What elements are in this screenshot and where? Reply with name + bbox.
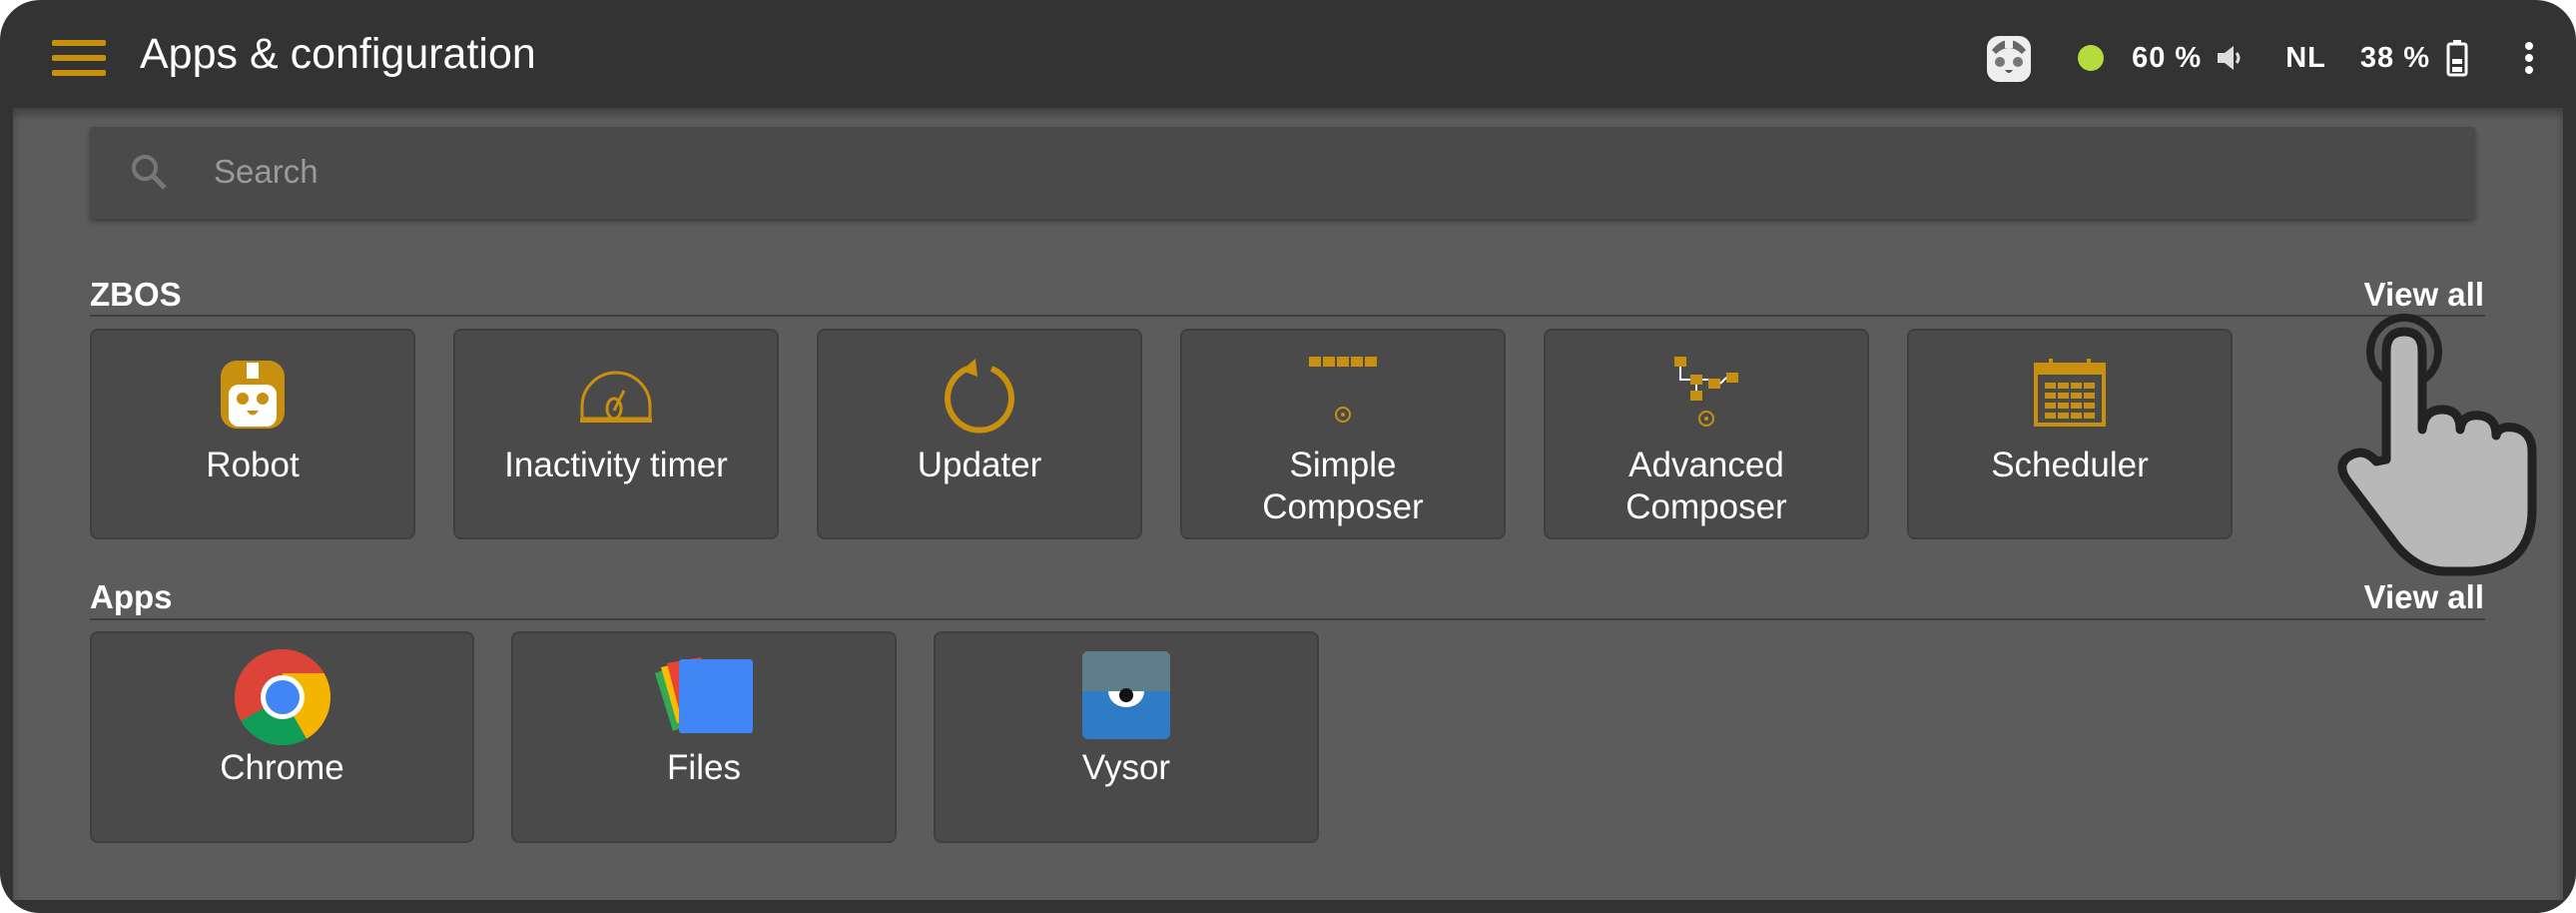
app-tile-chrome[interactable]: Chrome [90, 631, 474, 843]
simple-composer-icon [1309, 357, 1377, 423]
app-tile-files[interactable]: Files [511, 631, 897, 843]
search-input[interactable]: Search [90, 127, 2475, 219]
volume-icon[interactable] [2216, 44, 2242, 72]
robot-icon [221, 361, 285, 429]
tile-label: Advanced Composer [1625, 446, 1787, 526]
tile-label: Files [667, 748, 741, 787]
language-indicator[interactable]: NL [2285, 42, 2326, 75]
menu-icon[interactable] [52, 40, 106, 76]
app-tile-inactivity-timer[interactable]: Inactivity timer [453, 329, 779, 539]
status-bar: 60 % NL 38 % [1984, 30, 2576, 86]
more-options-icon[interactable] [2524, 42, 2534, 74]
files-icon [655, 657, 753, 733]
top-bar: Apps & configuration 60 % NL 38 % [0, 0, 2576, 108]
tile-label: Simple Composer [1262, 446, 1424, 526]
refresh-icon [945, 359, 1014, 434]
tile-label: Inactivity timer [504, 446, 728, 484]
app-window: Apps & configuration 60 % NL 38 % Search… [0, 0, 2576, 913]
advanced-composer-icon [1674, 357, 1738, 427]
page-title: Apps & configuration [140, 30, 536, 78]
zbos-view-all-link[interactable]: View all [2364, 276, 2484, 314]
app-tile-robot[interactable]: Robot [90, 329, 415, 539]
tile-label: Vysor [1081, 748, 1171, 787]
section-divider [90, 315, 2485, 317]
search-icon [132, 155, 167, 190]
app-tile-updater[interactable]: Updater [817, 329, 1142, 539]
search-placeholder: Search [214, 153, 319, 190]
app-tile-advanced-composer[interactable]: Advanced Composer [1544, 329, 1869, 539]
section-title-apps: Apps [90, 578, 173, 615]
tile-label: Chrome [220, 748, 344, 787]
app-tile-simple-composer[interactable]: Simple Composer [1180, 329, 1506, 539]
app-tile-vysor[interactable]: Vysor [934, 631, 1319, 843]
section-title-zbos: ZBOS [90, 276, 182, 313]
tile-label: Updater [917, 446, 1042, 484]
apps-view-all-link[interactable]: View all [2364, 578, 2484, 616]
battery-value: 38 % [2359, 41, 2430, 74]
volume-value: 60 % [2132, 41, 2203, 74]
robot-avatar-icon[interactable] [1984, 32, 2034, 84]
calendar-icon [2034, 359, 2106, 427]
battery-icon [2446, 40, 2468, 77]
vysor-icon [1082, 651, 1170, 739]
app-tile-scheduler[interactable]: Scheduler [1907, 329, 2233, 539]
speedometer-icon [580, 371, 652, 423]
tile-label: Scheduler [1991, 446, 2149, 484]
chrome-icon [234, 649, 330, 746]
connection-status-dot [2078, 45, 2105, 71]
hand-pointer-icon [2337, 314, 2537, 576]
tile-label: Robot [206, 446, 300, 484]
section-divider [90, 618, 2485, 620]
